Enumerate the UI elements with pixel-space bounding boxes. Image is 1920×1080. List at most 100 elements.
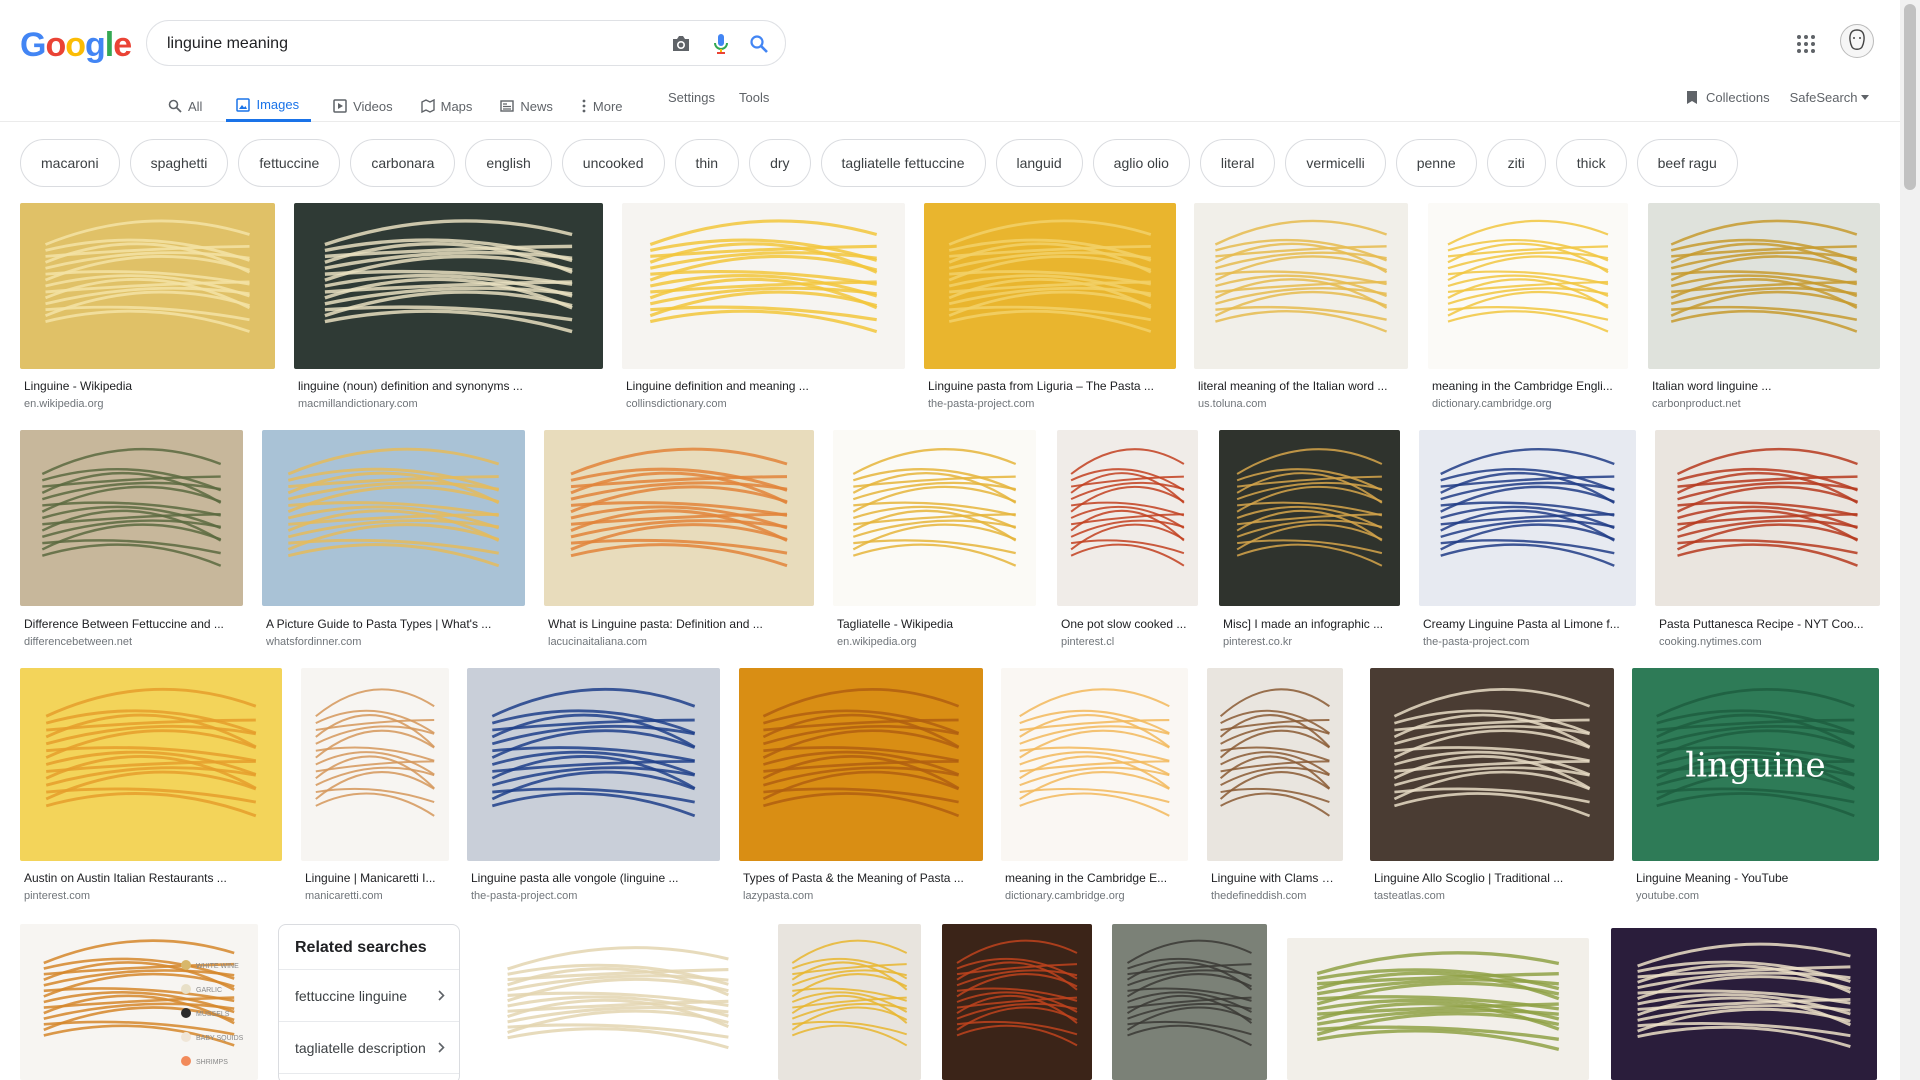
search-chip[interactable]: thick (1555, 139, 1627, 187)
result-thumbnail[interactable] (20, 668, 282, 861)
result-thumbnail[interactable] (1057, 430, 1198, 606)
image-result[interactable]: Italian word linguine ... carbonproduct.n… (1648, 203, 1880, 414)
result-thumbnail[interactable] (1655, 430, 1880, 606)
result-thumbnail[interactable] (467, 668, 720, 861)
camera-icon[interactable] (669, 32, 693, 56)
search-chip[interactable]: uncooked (561, 139, 665, 187)
image-result[interactable]: linguine (noun) definition and synonyms … (294, 203, 603, 414)
result-thumbnail[interactable] (1428, 203, 1628, 369)
result-thumbnail[interactable] (1112, 924, 1267, 1080)
tab-maps[interactable]: Maps (417, 86, 477, 122)
result-title[interactable]: meaning in the Cambridge Engli... (1432, 379, 1624, 393)
image-result[interactable]: linguine Linguine Meaning - YouTube youtub… (1632, 668, 1879, 906)
image-result[interactable]: Linguine | Manicaretti I... manicaretti.c… (301, 668, 449, 906)
search-chip[interactable]: literal (1199, 139, 1276, 187)
result-title[interactable]: What is Linguine pasta: Definition and .… (548, 617, 810, 631)
image-result[interactable] (1611, 928, 1877, 1080)
result-thumbnail[interactable] (480, 932, 756, 1080)
search-chip[interactable]: vermicelli (1285, 139, 1386, 187)
result-title[interactable]: Linguine - Wikipedia (24, 379, 271, 393)
related-search-item[interactable]: fettuccine linguine (279, 970, 459, 1022)
image-result[interactable]: WHITE WINE GARLIC MUSSELS BABY SQUIDS SHRIMP… (20, 924, 258, 1080)
image-result[interactable]: Linguine pasta from Liguria – The Pasta … (924, 203, 1176, 414)
result-title[interactable]: Linguine Meaning - YouTube (1636, 871, 1875, 885)
result-thumbnail[interactable] (622, 203, 905, 369)
result-thumbnail[interactable] (1001, 668, 1188, 861)
image-result[interactable]: Tagliatelle - Wikipedia en.wikipedia.org (833, 430, 1036, 652)
image-result[interactable]: Misc] I made an infographic ... pinterest… (1219, 430, 1400, 652)
search-chip[interactable]: dry (749, 139, 811, 187)
result-title[interactable]: Linguine pasta from Liguria – The Pasta … (928, 379, 1172, 393)
result-thumbnail[interactable] (301, 668, 449, 861)
result-title[interactable]: Linguine | Manicaretti I... (305, 871, 445, 885)
image-result[interactable] (942, 924, 1092, 1080)
apps-grid-icon[interactable] (1794, 32, 1818, 56)
result-thumbnail[interactable] (1194, 203, 1408, 369)
image-result[interactable]: literal meaning of the Italian word ... u… (1194, 203, 1408, 414)
result-thumbnail[interactable] (1370, 668, 1614, 861)
result-thumbnail[interactable] (20, 203, 275, 369)
result-title[interactable]: Linguine definition and meaning ... (626, 379, 901, 393)
result-title[interactable]: linguine (noun) definition and synonyms … (298, 379, 599, 393)
image-result[interactable]: A Picture Guide to Pasta Types | What's … (262, 430, 525, 652)
image-result[interactable]: What is Linguine pasta: Definition and .… (544, 430, 814, 652)
tab-images[interactable]: Images (226, 86, 312, 122)
search-chip[interactable]: thin (674, 139, 740, 187)
result-thumbnail[interactable] (1219, 430, 1400, 606)
microphone-icon[interactable] (709, 32, 733, 56)
search-chip[interactable]: penne (1395, 139, 1477, 187)
result-title[interactable]: Creamy Linguine Pasta al Limone f... (1423, 617, 1632, 631)
result-title[interactable]: Tagliatelle - Wikipedia (837, 617, 1032, 631)
result-title[interactable]: Types of Pasta & the Meaning of Pasta ..… (743, 871, 979, 885)
search-chip[interactable]: tagliatelle fettuccine (820, 139, 986, 187)
search-chip[interactable]: english (465, 139, 552, 187)
tab-more[interactable]: More (577, 86, 627, 122)
image-result[interactable]: meaning in the Cambridge Engli... diction… (1428, 203, 1628, 414)
result-title[interactable]: Difference Between Fettuccine and ... (24, 617, 239, 631)
search-chip[interactable]: languid (995, 139, 1083, 187)
image-result[interactable]: Linguine definition and meaning ... colli… (622, 203, 905, 414)
google-logo[interactable]: Google (20, 26, 132, 65)
image-result[interactable] (1287, 938, 1589, 1080)
account-avatar[interactable] (1840, 24, 1874, 58)
result-thumbnail[interactable]: WHITE WINE GARLIC MUSSELS BABY SQUIDS SHRIMP… (20, 924, 258, 1080)
result-title[interactable]: Italian word linguine ... (1652, 379, 1876, 393)
tab-news[interactable]: News (496, 86, 557, 122)
image-result[interactable] (1112, 924, 1267, 1080)
image-result[interactable] (778, 924, 921, 1080)
result-title[interactable]: meaning in the Cambridge E... (1005, 871, 1184, 885)
image-result[interactable]: Creamy Linguine Pasta al Limone f... the-… (1419, 430, 1636, 652)
image-result[interactable]: Difference Between Fettuccine and ... dif… (20, 430, 243, 652)
image-result[interactable]: Types of Pasta & the Meaning of Pasta ..… (739, 668, 983, 906)
image-result[interactable]: Linguine with Clams – ... thedefineddish.… (1207, 668, 1343, 906)
result-title[interactable]: A Picture Guide to Pasta Types | What's … (266, 617, 521, 631)
result-thumbnail[interactable]: linguine (1632, 668, 1879, 861)
tools-link[interactable]: Tools (739, 90, 769, 105)
result-thumbnail[interactable] (20, 430, 243, 606)
page-scrollbar[interactable] (1900, 0, 1920, 1080)
result-thumbnail[interactable] (294, 203, 603, 369)
image-result[interactable]: Linguine Allo Scoglio | Traditional ... t… (1370, 668, 1614, 906)
safesearch-dropdown[interactable]: SafeSearch (1790, 90, 1869, 105)
settings-link[interactable]: Settings (668, 90, 715, 105)
result-thumbnail[interactable] (262, 430, 525, 606)
result-title[interactable]: Pasta Puttanesca Recipe - NYT Coo... (1659, 617, 1876, 631)
result-title[interactable]: Linguine pasta alle vongole (linguine ..… (471, 871, 716, 885)
result-title[interactable]: Linguine with Clams – ... (1211, 871, 1339, 885)
result-title[interactable]: One pot slow cooked ... (1061, 617, 1194, 631)
search-chip[interactable]: beef ragu (1636, 139, 1738, 187)
search-chip[interactable]: macaroni (20, 139, 120, 187)
result-title[interactable]: Linguine Allo Scoglio | Traditional ... (1374, 871, 1610, 885)
result-thumbnail[interactable] (833, 430, 1036, 606)
image-result[interactable]: Pasta Puttanesca Recipe - NYT Coo... cook… (1655, 430, 1880, 652)
result-thumbnail[interactable] (1648, 203, 1880, 369)
search-chip[interactable]: spaghetti (129, 139, 229, 187)
result-title[interactable]: Misc] I made an infographic ... (1223, 617, 1396, 631)
result-title[interactable]: Austin on Austin Italian Restaurants ... (24, 871, 278, 885)
result-thumbnail[interactable] (544, 430, 814, 606)
tab-videos[interactable]: Videos (329, 86, 397, 122)
result-thumbnail[interactable] (1611, 928, 1877, 1080)
result-thumbnail[interactable] (778, 924, 921, 1080)
search-icon[interactable] (747, 32, 771, 56)
result-thumbnail[interactable] (739, 668, 983, 861)
